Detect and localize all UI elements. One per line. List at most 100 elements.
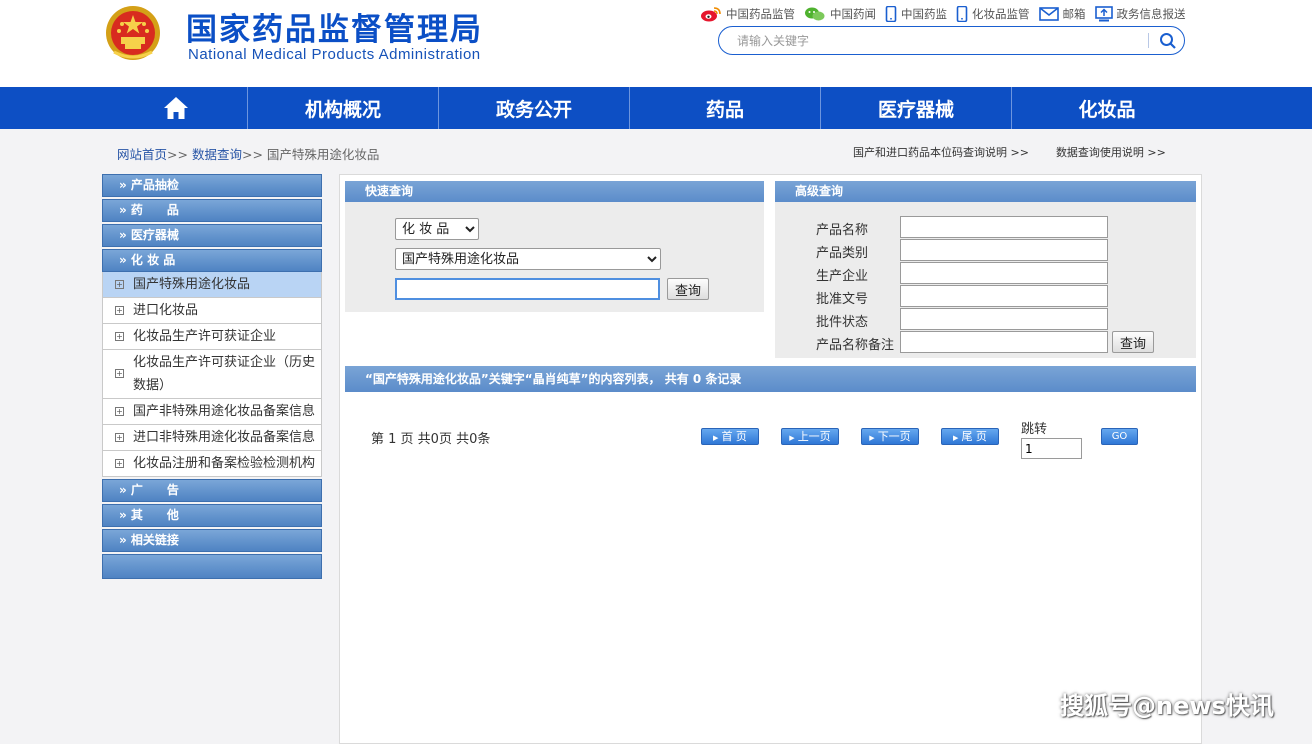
field-label-manufacturer: 生产企业 [816, 269, 869, 284]
help-link-drug-code[interactable]: 国产和进口药品本位码查询说明 >> [853, 146, 1029, 159]
sidebar: » 产品抽检 » 药 品 » 医疗器械 » 化 妆 品 + 国产特殊用途化妆品 … [102, 174, 322, 579]
mobile-icon [885, 6, 897, 22]
nav-item-drugs[interactable]: 药品 [630, 87, 820, 129]
top-link-label: 中国药监 [901, 7, 947, 21]
sidebar-item-label: 国产非特殊用途化妆品备案信息 [133, 404, 316, 419]
sidebar-footer [102, 554, 322, 579]
home-icon [163, 97, 188, 119]
sidebar-cat-devices[interactable]: » 医疗器械 [102, 224, 322, 247]
watermark: 搜狐号@news快讯 [1060, 692, 1274, 720]
nav-item-government[interactable]: 政务公开 [439, 87, 629, 129]
arrow-right-icon: ▶ [869, 434, 875, 442]
quick-query-header: 快速查询 [345, 181, 764, 202]
jump-page-input[interactable] [1021, 438, 1082, 459]
field-label-approval-status: 批件状态 [816, 315, 869, 330]
product-name-note-input[interactable] [900, 331, 1108, 353]
top-link-mobile-2[interactable]: 化妆品监管 [956, 6, 1030, 22]
pagination-info: 第 1 页 共0页 共0条 [371, 432, 491, 447]
national-emblem-icon [106, 6, 160, 60]
top-link-label: 中国药闻 [830, 7, 876, 21]
breadcrumb-data-query[interactable]: 数据查询 [192, 147, 242, 162]
sidebar-item-licensed-history[interactable]: + 化妆品生产许可获证企业（历史数据） [102, 350, 322, 399]
top-link-label: 政务信息报送 [1116, 7, 1186, 21]
expand-box-icon: + [115, 458, 124, 468]
field-label-product-category: 产品类别 [816, 246, 869, 261]
results-summary: “国产特殊用途化妆品”关键字“晶肖纯草”的内容列表， 共有 0 条记录 [345, 366, 1196, 392]
nav-item-devices[interactable]: 医疗器械 [821, 87, 1011, 129]
approval-number-input[interactable] [900, 285, 1108, 307]
sidebar-cat-drugs[interactable]: » 药 品 [102, 199, 322, 222]
sidebar-item-label: 化妆品生产许可获证企业（历史数据） [133, 355, 316, 393]
top-link-label: 中国药品监管 [726, 7, 795, 21]
weibo-icon [701, 7, 721, 22]
category-select[interactable]: 化 妆 品 [395, 218, 479, 240]
sidebar-item-imported-nonspecial[interactable]: + 进口非特殊用途化妆品备案信息 [102, 425, 322, 451]
approval-status-input[interactable] [900, 308, 1108, 330]
expand-box-icon: + [115, 406, 124, 416]
product-category-input[interactable] [900, 239, 1108, 261]
sidebar-item-imported[interactable]: + 进口化妆品 [102, 298, 322, 324]
product-name-input[interactable] [900, 216, 1108, 238]
top-link-weibo[interactable]: 中国药品监管 [700, 6, 795, 22]
sidebar-item-licensed-enterprises[interactable]: + 化妆品生产许可获证企业 [102, 324, 322, 350]
site-search-input[interactable] [735, 31, 1135, 50]
expand-box-icon: + [115, 432, 124, 442]
sidebar-cat-ads[interactable]: » 广 告 [102, 479, 322, 502]
mail-icon [1038, 7, 1059, 21]
manufacturer-input[interactable] [900, 262, 1108, 284]
subcategory-select[interactable]: 国产特殊用途化妆品 [395, 248, 661, 270]
help-link-query-guide[interactable]: 数据查询使用说明 >> [1056, 146, 1166, 159]
last-page-button[interactable]: ▶ 尾 页 [941, 428, 999, 445]
search-divider [1148, 33, 1149, 48]
sidebar-item-label: 化妆品生产许可获证企业 [133, 329, 277, 344]
nav-home[interactable] [104, 87, 247, 129]
arrow-right-icon: ▶ [713, 434, 719, 442]
last-page-label: 尾 页 [961, 430, 987, 443]
site-header: 国家药品监督管理局 National Medical Products Admi… [0, 0, 1312, 87]
quick-query-button[interactable]: 查询 [667, 278, 709, 300]
go-button[interactable]: GO [1101, 428, 1138, 445]
mobile-icon [956, 6, 968, 22]
sidebar-item-domestic-special[interactable]: + 国产特殊用途化妆品 [102, 272, 322, 298]
nav-item-about[interactable]: 机构概况 [248, 87, 438, 129]
main-nav: 机构概况 政务公开 药品 医疗器械 化妆品 [0, 87, 1312, 129]
sidebar-item-testing-institutions[interactable]: + 化妆品注册和备案检验检测机构 [102, 451, 322, 477]
field-label-product-name: 产品名称 [816, 223, 869, 238]
site-search [718, 26, 1185, 55]
help-links: 国产和进口药品本位码查询说明 >> 数据查询使用说明 >> [853, 144, 1166, 160]
top-link-upload[interactable]: 政务信息报送 [1094, 6, 1186, 22]
prev-page-button[interactable]: ▶ 上一页 [781, 428, 839, 445]
jump-label: 跳转 [1021, 422, 1048, 437]
next-page-button[interactable]: ▶ 下一页 [861, 428, 919, 445]
advanced-query-button[interactable]: 查询 [1112, 331, 1154, 353]
top-links: 中国药品监管 中国药闻 中国药监 化妆品监管 邮箱 政务信息报送 [700, 5, 1195, 23]
site-subtitle: National Medical Products Administration [188, 46, 481, 63]
first-page-button[interactable]: ▶ 首 页 [701, 428, 759, 445]
expand-box-icon: + [115, 279, 124, 289]
breadcrumb-sep: >> [167, 147, 188, 162]
breadcrumb: 网站首页>> 数据查询>> 国产特殊用途化妆品 [117, 144, 379, 163]
breadcrumb-current: 国产特殊用途化妆品 [266, 147, 380, 162]
search-icon[interactable] [1158, 31, 1178, 51]
expand-box-icon: + [115, 369, 124, 378]
top-link-mail[interactable]: 邮箱 [1038, 6, 1086, 22]
sidebar-cat-cosmetics[interactable]: » 化 妆 品 [102, 249, 322, 272]
sidebar-item-domestic-nonspecial[interactable]: + 国产非特殊用途化妆品备案信息 [102, 399, 322, 425]
sidebar-item-label: 进口非特殊用途化妆品备案信息 [133, 430, 316, 445]
sidebar-item-label: 进口化妆品 [133, 303, 199, 318]
next-page-label: 下一页 [877, 430, 911, 443]
top-link-mobile-1[interactable]: 中国药监 [885, 6, 947, 22]
nav-item-cosmetics[interactable]: 化妆品 [1012, 87, 1202, 129]
breadcrumb-home[interactable]: 网站首页 [117, 147, 167, 162]
quick-keyword-input[interactable] [395, 278, 660, 300]
sidebar-cat-sampling[interactable]: » 产品抽检 [102, 174, 322, 197]
sidebar-item-label: 化妆品注册和备案检验检测机构 [133, 456, 316, 471]
sidebar-cat-links[interactable]: » 相关链接 [102, 529, 322, 552]
top-link-wechat[interactable]: 中国药闻 [804, 6, 876, 22]
sidebar-cat-other[interactable]: » 其 他 [102, 504, 322, 527]
expand-box-icon: + [115, 305, 124, 315]
expand-box-icon: + [115, 331, 124, 341]
wechat-icon [805, 7, 825, 21]
top-link-label: 邮箱 [1062, 7, 1086, 21]
prev-page-label: 上一页 [797, 430, 831, 443]
